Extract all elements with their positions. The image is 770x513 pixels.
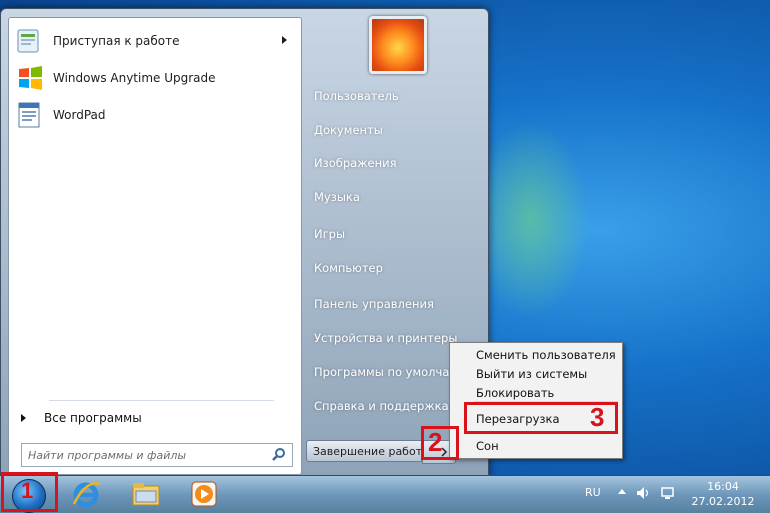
menu-log-off[interactable]: Выйти из системы	[450, 364, 622, 383]
menu-default-programs[interactable]: Программы по умолчанию	[306, 361, 451, 383]
clock-time: 16:04	[707, 480, 739, 493]
menu-games[interactable]: Игры	[306, 223, 481, 245]
menu-control-panel[interactable]: Панель управления	[306, 293, 481, 315]
power-options-menu: Сменить пользователя Выйти из системы Бл…	[449, 342, 623, 459]
internet-explorer-icon[interactable]	[70, 478, 102, 510]
menu-switch-user[interactable]: Сменить пользователя	[450, 345, 622, 364]
annotation-number-2: 2	[428, 427, 443, 457]
menu-sleep[interactable]: Сон	[450, 436, 622, 455]
expand-arrow-icon	[21, 414, 26, 422]
menu-documents[interactable]: Документы	[306, 119, 481, 141]
programs-pane: Приступая к работе Windows Anytime Upgra…	[8, 17, 302, 475]
menu-user[interactable]: Пользователь	[306, 85, 481, 107]
search-box[interactable]	[21, 443, 293, 467]
clock-date: 27.02.2012	[691, 495, 755, 508]
wordpad-icon	[15, 100, 45, 130]
language-indicator[interactable]: RU	[585, 486, 601, 499]
menu-lock[interactable]: Блокировать	[450, 383, 622, 402]
menu-pictures[interactable]: Изображения	[306, 152, 481, 174]
user-avatar[interactable]	[369, 16, 427, 74]
shutdown-button[interactable]: Завершение работы	[306, 440, 422, 462]
program-label: WordPad	[53, 108, 106, 122]
program-label: Windows Anytime Upgrade	[53, 71, 216, 85]
start-menu: Приступая к работе Windows Anytime Upgra…	[0, 8, 489, 477]
taskbar: RU 16:04 27.02.2012	[0, 475, 770, 513]
menu-computer[interactable]: Компьютер	[306, 257, 481, 279]
show-hidden-icons-arrow-icon[interactable]	[618, 489, 626, 494]
program-windows-anytime-upgrade[interactable]: Windows Anytime Upgrade	[11, 61, 297, 95]
divider	[49, 400, 274, 401]
program-getting-started[interactable]: Приступая к работе	[11, 24, 297, 58]
annotation-number-1: 1	[21, 478, 34, 503]
explorer-folder-icon[interactable]	[130, 478, 162, 510]
media-player-icon[interactable]	[188, 478, 220, 510]
program-label: Приступая к работе	[53, 34, 180, 48]
network-icon[interactable]	[660, 485, 676, 504]
submenu-arrow-icon	[282, 36, 287, 44]
menu-music[interactable]: Музыка	[306, 186, 481, 208]
windows-flag-icon	[15, 63, 45, 93]
volume-icon[interactable]	[635, 485, 651, 504]
clock[interactable]: 16:04 27.02.2012	[688, 479, 758, 509]
all-programs-label: Все программы	[44, 411, 142, 425]
program-wordpad[interactable]: WordPad	[11, 98, 297, 132]
search-input[interactable]	[22, 445, 265, 465]
annotation-number-3: 3	[590, 402, 605, 432]
search-icon[interactable]	[272, 447, 286, 464]
getting-started-icon	[15, 26, 45, 56]
all-programs-button[interactable]: Все программы	[17, 408, 287, 428]
